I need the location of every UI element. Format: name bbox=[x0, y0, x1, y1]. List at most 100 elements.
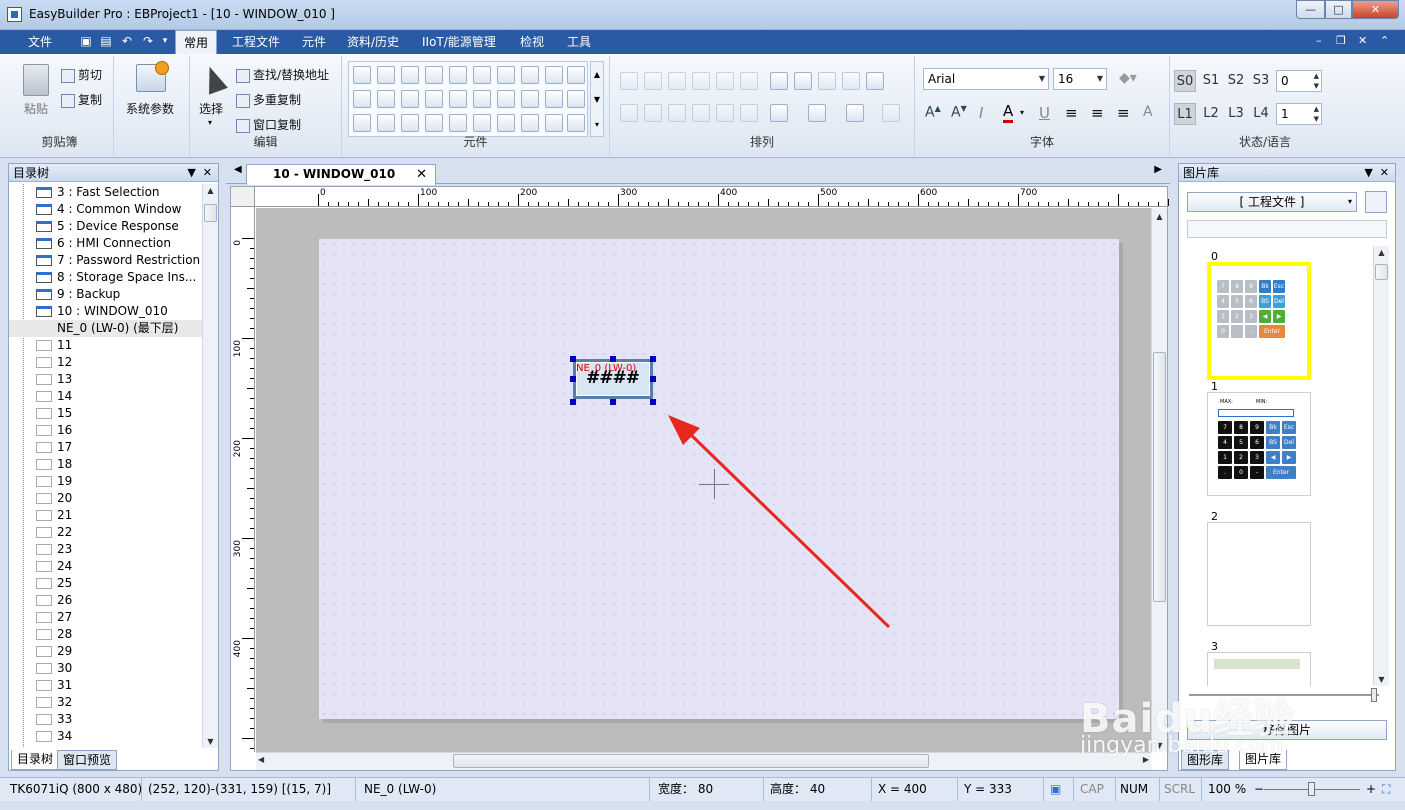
tree-item[interactable]: 8 : Storage Space Ins... bbox=[9, 269, 202, 286]
pie-icon[interactable] bbox=[521, 90, 539, 108]
app-icon[interactable] bbox=[7, 7, 22, 22]
library-scrollbar[interactable]: ▲ ▼ bbox=[1373, 246, 1389, 686]
tree-item[interactable]: 7 : Password Restriction bbox=[9, 252, 202, 269]
library-filter-field[interactable] bbox=[1187, 220, 1387, 238]
ungroup-icon[interactable] bbox=[740, 104, 758, 122]
state-s0-button[interactable]: S0 bbox=[1174, 70, 1196, 92]
tree-item[interactable]: 31 bbox=[9, 677, 202, 694]
tree-item[interactable]: 32 bbox=[9, 694, 202, 711]
quick-access-dropdown-icon[interactable]: ▾ bbox=[158, 34, 172, 48]
system-params-button[interactable]: 系统参数 bbox=[126, 100, 174, 117]
send-back-icon[interactable] bbox=[846, 104, 864, 122]
word-switch-icon[interactable] bbox=[521, 114, 539, 132]
redo-icon[interactable]: ↷ bbox=[141, 34, 155, 48]
multi-copy-button[interactable]: 多重复制 bbox=[236, 91, 301, 108]
align-text-center-icon[interactable]: ≡ bbox=[1091, 104, 1104, 122]
state-spinner[interactable]: 0 ▲ ▼ bbox=[1276, 70, 1322, 92]
resize-handle[interactable] bbox=[570, 399, 576, 405]
resize-handle[interactable] bbox=[650, 356, 656, 362]
menu-data-history[interactable]: 资料/历史 bbox=[339, 30, 407, 54]
menu-view[interactable]: 检视 bbox=[512, 30, 552, 54]
toggle-switch-icon[interactable] bbox=[497, 66, 515, 84]
tree-item[interactable]: 4 : Common Window bbox=[9, 201, 202, 218]
zoom-out-icon[interactable]: − bbox=[1250, 778, 1264, 801]
ribbon-collapse-icon[interactable]: ⌃ bbox=[1380, 34, 1389, 47]
function-key-icon[interactable] bbox=[521, 66, 539, 84]
scroll-down-icon[interactable]: ▼ bbox=[1374, 675, 1389, 684]
library-search-icon[interactable] bbox=[1365, 191, 1387, 213]
menu-home[interactable]: 常用 bbox=[175, 30, 218, 55]
scroll-up-icon[interactable]: ▲ bbox=[203, 186, 218, 195]
data-123-icon[interactable] bbox=[449, 66, 467, 84]
numeric-display-icon[interactable] bbox=[353, 66, 371, 84]
scroll-up-icon[interactable]: ▲ bbox=[1374, 248, 1389, 257]
ascii-icon[interactable] bbox=[377, 90, 395, 108]
scroll-thumb[interactable] bbox=[1153, 352, 1166, 602]
tree-item[interactable]: 19 bbox=[9, 473, 202, 490]
scroll-down-icon[interactable]: ▼ bbox=[203, 737, 218, 746]
group-icon[interactable] bbox=[716, 104, 734, 122]
scroll-left-icon[interactable]: ◀ bbox=[258, 755, 264, 764]
resize-handle[interactable] bbox=[650, 376, 656, 382]
paste-button[interactable]: 粘贴 bbox=[24, 100, 48, 117]
resize-handle[interactable] bbox=[570, 356, 576, 362]
canvas-vertical-scrollbar[interactable]: ▲ ▼ bbox=[1151, 208, 1167, 752]
state-s1-button[interactable]: S1 bbox=[1200, 70, 1222, 92]
align-text-left-icon[interactable]: ≡ bbox=[1065, 104, 1078, 122]
frame-icon[interactable] bbox=[425, 114, 443, 132]
tree-item[interactable]: 14 bbox=[9, 388, 202, 405]
set-bit-icon[interactable] bbox=[473, 66, 491, 84]
select-dropdown-icon[interactable]: ▾ bbox=[208, 118, 212, 127]
canvas-horizontal-scrollbar[interactable]: ◀ ▶ bbox=[256, 752, 1151, 770]
select-button[interactable]: 选择 bbox=[199, 100, 223, 117]
fit-window-icon[interactable]: ⛶ bbox=[1378, 778, 1398, 801]
lang-l1-button[interactable]: L1 bbox=[1174, 103, 1196, 125]
tree-item[interactable]: 6 : HMI Connection bbox=[9, 235, 202, 252]
slider-knob[interactable] bbox=[1371, 688, 1377, 702]
tree-item[interactable]: 17 bbox=[9, 439, 202, 456]
tree-item[interactable]: 22 bbox=[9, 524, 202, 541]
close-button[interactable]: ✕ bbox=[1352, 0, 1399, 19]
align-top-icon[interactable] bbox=[692, 72, 710, 90]
library-source-select[interactable]: [ 工程文件 ] ▾ bbox=[1187, 192, 1357, 212]
font-color-icon[interactable]: A bbox=[1003, 102, 1014, 123]
polyline-icon[interactable] bbox=[449, 90, 467, 108]
save-icon[interactable]: ▣ bbox=[79, 34, 93, 48]
font-size-select[interactable]: 16 ▼ bbox=[1053, 68, 1107, 90]
same-size-icon[interactable] bbox=[818, 72, 836, 90]
rectangle-icon[interactable] bbox=[545, 90, 563, 108]
bulb-icon[interactable] bbox=[473, 114, 491, 132]
tab-window-010[interactable]: 10 - WINDOW_010 ✕ bbox=[246, 164, 436, 185]
zoom-in-icon[interactable]: + bbox=[1362, 778, 1376, 801]
traffic-light-icon[interactable] bbox=[497, 114, 515, 132]
window-copy-button[interactable]: 窗口复制 bbox=[236, 116, 301, 133]
menu-tools[interactable]: 工具 bbox=[559, 30, 599, 54]
picture-icon[interactable] bbox=[401, 114, 419, 132]
paste-icon[interactable] bbox=[23, 64, 49, 96]
tree-item[interactable]: 18 bbox=[9, 456, 202, 473]
table-icon[interactable] bbox=[353, 90, 371, 108]
tab-next-icon[interactable]: ▶ bbox=[1154, 164, 1162, 175]
panel-controls[interactable]: ▼ ✕ bbox=[187, 164, 212, 182]
bit-lamp-icon[interactable] bbox=[377, 66, 395, 84]
tree-item[interactable]: 15 bbox=[9, 405, 202, 422]
tree-item[interactable]: 23 bbox=[9, 541, 202, 558]
tree-item[interactable]: 11 bbox=[9, 337, 202, 354]
align-middle-icon[interactable] bbox=[716, 72, 734, 90]
text-icon[interactable] bbox=[377, 114, 395, 132]
tab-window-preview[interactable]: 窗口预览 bbox=[57, 750, 118, 770]
ruler-corner[interactable] bbox=[231, 187, 255, 207]
scroll-up-icon[interactable]: ▲ bbox=[1152, 212, 1167, 221]
shrink-font-icon[interactable]: A▼ bbox=[951, 104, 967, 121]
slider-icon[interactable] bbox=[545, 66, 563, 84]
tree-item[interactable]: 25 bbox=[9, 575, 202, 592]
cut-button[interactable]: 剪切 bbox=[61, 66, 102, 83]
state-s2-button[interactable]: S2 bbox=[1225, 70, 1247, 92]
align-left-icon[interactable] bbox=[620, 72, 638, 90]
grid-icon[interactable] bbox=[449, 114, 467, 132]
same-width-icon[interactable] bbox=[794, 72, 812, 90]
mdi-close-icon[interactable]: ✕ bbox=[1358, 34, 1367, 47]
save-status-icon[interactable]: ▣ bbox=[1046, 778, 1074, 801]
lang-l2-button[interactable]: L2 bbox=[1200, 103, 1222, 125]
numeric-object[interactable]: NE_0 (LW-0) #### bbox=[573, 359, 653, 399]
